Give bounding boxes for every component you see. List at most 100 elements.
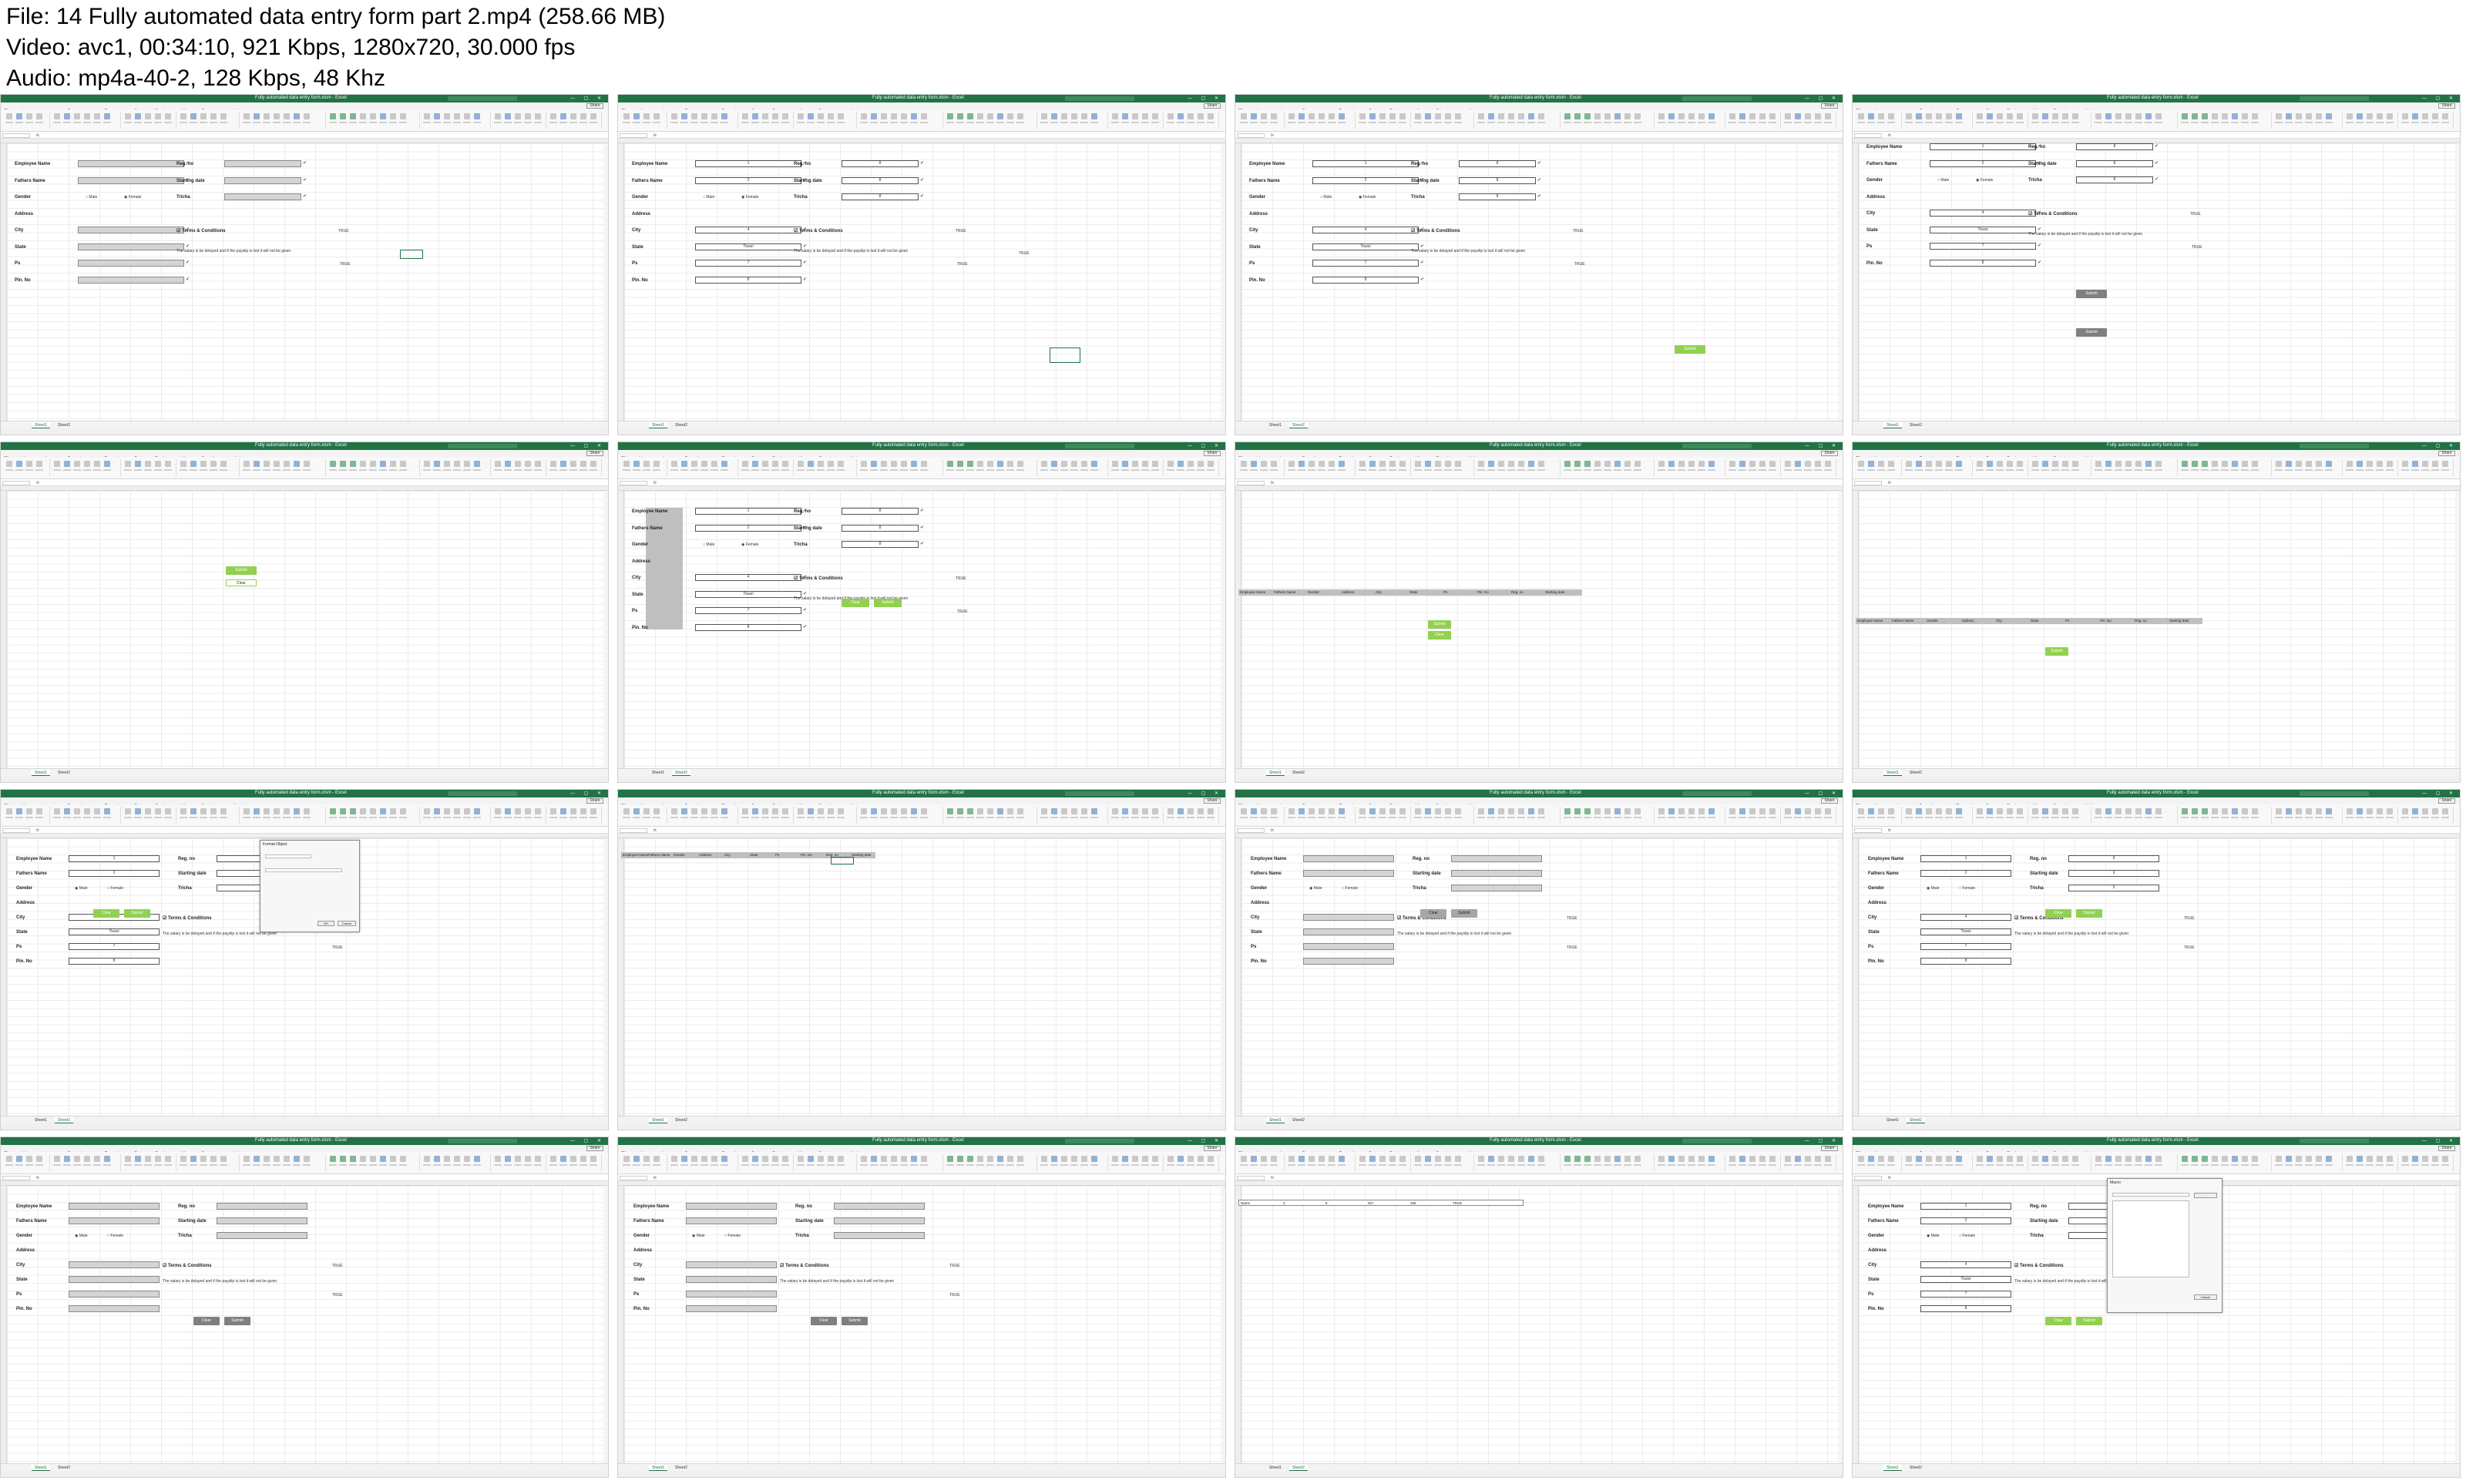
gender-male-radio[interactable]: ◉ Male xyxy=(75,886,88,891)
clear-button[interactable]: Clear xyxy=(842,599,869,607)
selected-cell[interactable] xyxy=(400,250,423,259)
submit-button[interactable]: Submit xyxy=(226,566,257,575)
submit-button[interactable]: Submit xyxy=(1428,620,1451,629)
form-field[interactable]: 1 xyxy=(1930,143,2036,150)
submit-button[interactable]: Submit xyxy=(2045,647,2068,656)
gender-female-radio[interactable]: ◉ Female xyxy=(741,195,758,200)
submit-button[interactable]: Submit xyxy=(1451,909,1477,918)
ok-button[interactable]: OK xyxy=(317,921,334,926)
form-field[interactable]: 9 xyxy=(2068,855,2159,862)
form-field[interactable] xyxy=(78,260,184,267)
form-field[interactable]: 2 xyxy=(1312,177,1419,184)
form-field[interactable]: Tiwari xyxy=(69,928,160,935)
terms-checkbox[interactable]: ☑ Terms & Conditions xyxy=(163,915,212,921)
form-field[interactable]: 4 xyxy=(695,574,801,581)
cancel-button[interactable]: Cancel xyxy=(2194,1294,2217,1300)
form-field[interactable]: 8 xyxy=(842,193,919,200)
form-field[interactable]: 8 xyxy=(842,160,919,167)
form-field[interactable]: Tiwari xyxy=(695,591,801,598)
form-field[interactable] xyxy=(1303,943,1394,950)
form-field[interactable]: Tiwari xyxy=(1920,1276,2011,1283)
form-field[interactable]: 8 xyxy=(69,958,160,965)
clear-button[interactable]: Clear xyxy=(1420,909,1446,918)
format-dialog[interactable]: Format Object OK Cancel xyxy=(260,840,360,932)
gender-male-radio[interactable]: ◉ Male xyxy=(1927,1234,1940,1238)
form-field[interactable] xyxy=(834,1232,925,1239)
gender-male-radio[interactable]: ◉ Male xyxy=(692,1234,705,1238)
form-field[interactable]: 1 xyxy=(1312,160,1419,167)
gender-male-radio[interactable]: ○ Male xyxy=(86,195,97,200)
form-field[interactable] xyxy=(1303,958,1394,965)
form-field[interactable]: 2 xyxy=(1920,1217,2011,1224)
form-field[interactable] xyxy=(217,1217,307,1224)
form-field[interactable] xyxy=(686,1261,777,1268)
form-field[interactable] xyxy=(1451,885,1542,891)
form-field[interactable]: 1 xyxy=(1920,1203,2011,1210)
form-field[interactable]: 8 xyxy=(2076,160,2153,167)
selected-cell[interactable] xyxy=(831,857,854,865)
gender-female-radio[interactable]: ○ Female xyxy=(1342,886,1358,891)
form-field[interactable] xyxy=(217,1232,307,1239)
run-button[interactable] xyxy=(2194,1193,2217,1198)
form-field[interactable]: 8 xyxy=(695,624,801,631)
form-field[interactable]: 9 xyxy=(2068,885,2159,891)
form-field[interactable] xyxy=(224,160,301,167)
form-field[interactable]: 4 xyxy=(1312,227,1419,233)
terms-checkbox[interactable]: ☑ Terms & Conditions xyxy=(794,228,843,233)
form-field[interactable]: 8 xyxy=(1312,277,1419,284)
form-field[interactable]: 4 xyxy=(1930,210,2036,217)
form-field[interactable] xyxy=(69,1217,160,1224)
form-field[interactable]: 7 xyxy=(695,607,801,614)
terms-checkbox[interactable]: ☑ Terms & Conditions xyxy=(2028,211,2078,217)
gender-female-radio[interactable]: ○ Female xyxy=(107,1234,123,1238)
clear-button[interactable]: Clear xyxy=(811,1317,837,1325)
form-field[interactable]: 8 xyxy=(1920,958,2011,965)
form-field[interactable]: 8 xyxy=(1459,177,1536,184)
form-field[interactable] xyxy=(78,227,184,233)
submit-button[interactable]: Submit xyxy=(224,1317,250,1325)
cancel-button[interactable]: Cancel xyxy=(338,921,356,926)
submit-button[interactable]: Submit xyxy=(2076,290,2107,298)
submit-button[interactable]: Submit xyxy=(124,909,150,918)
form-field[interactable]: 7 xyxy=(695,260,801,267)
form-field[interactable] xyxy=(834,1217,925,1224)
dialog-field[interactable] xyxy=(265,854,311,858)
submit-button[interactable]: Submit xyxy=(1675,345,1705,354)
form-field[interactable]: 4 xyxy=(1920,1261,2011,1268)
form-field[interactable]: 8 xyxy=(1920,1305,2011,1312)
gender-male-radio[interactable]: ○ Male xyxy=(703,542,714,547)
terms-checkbox[interactable]: ☑ Terms & Conditions xyxy=(176,228,226,233)
form-field[interactable]: 1 xyxy=(69,855,160,862)
clear-button[interactable]: Clear xyxy=(2045,909,2071,918)
form-field[interactable]: 2 xyxy=(695,177,801,184)
gender-male-radio[interactable]: ○ Male xyxy=(1937,178,1949,183)
form-field[interactable]: 2 xyxy=(695,525,801,532)
gender-female-radio[interactable]: ○ Female xyxy=(1959,1234,1975,1238)
form-field[interactable] xyxy=(217,1203,307,1210)
gender-female-radio[interactable]: ○ Female xyxy=(724,1234,741,1238)
macro-dialog[interactable]: Macro Cancel xyxy=(2107,1178,2222,1313)
form-field[interactable]: 7 xyxy=(1920,943,2011,950)
form-field[interactable]: 8 xyxy=(1459,193,1536,200)
submit-button[interactable]: Submit xyxy=(842,1317,868,1325)
terms-checkbox[interactable]: ☑ Terms & Conditions xyxy=(2014,1263,2064,1268)
gender-female-radio[interactable]: ○ Female xyxy=(1959,886,1975,891)
gender-female-radio[interactable]: ◉ Female xyxy=(124,195,141,200)
form-field[interactable]: 8 xyxy=(842,541,919,548)
form-field[interactable]: 7 xyxy=(1920,1291,2011,1298)
submit-button[interactable]: Submit xyxy=(2076,909,2102,918)
form-field[interactable] xyxy=(69,1305,160,1312)
clear-button[interactable]: Clear xyxy=(226,579,257,586)
form-field[interactable] xyxy=(69,1276,160,1283)
form-field[interactable]: 9 xyxy=(2068,870,2159,877)
form-field[interactable] xyxy=(224,177,301,184)
form-field[interactable]: Tiwari xyxy=(1930,227,2036,233)
form-field[interactable]: 7 xyxy=(1930,243,2036,250)
form-field[interactable]: 7 xyxy=(69,943,160,950)
terms-checkbox[interactable]: ☑ Terms & Conditions xyxy=(163,1263,212,1268)
form-field[interactable]: 4 xyxy=(1920,914,2011,921)
form-field[interactable] xyxy=(1303,855,1394,862)
form-field[interactable] xyxy=(686,1203,777,1210)
gender-male-radio[interactable]: ○ Male xyxy=(1320,195,1332,200)
macro-name-field[interactable] xyxy=(2112,1193,2189,1197)
